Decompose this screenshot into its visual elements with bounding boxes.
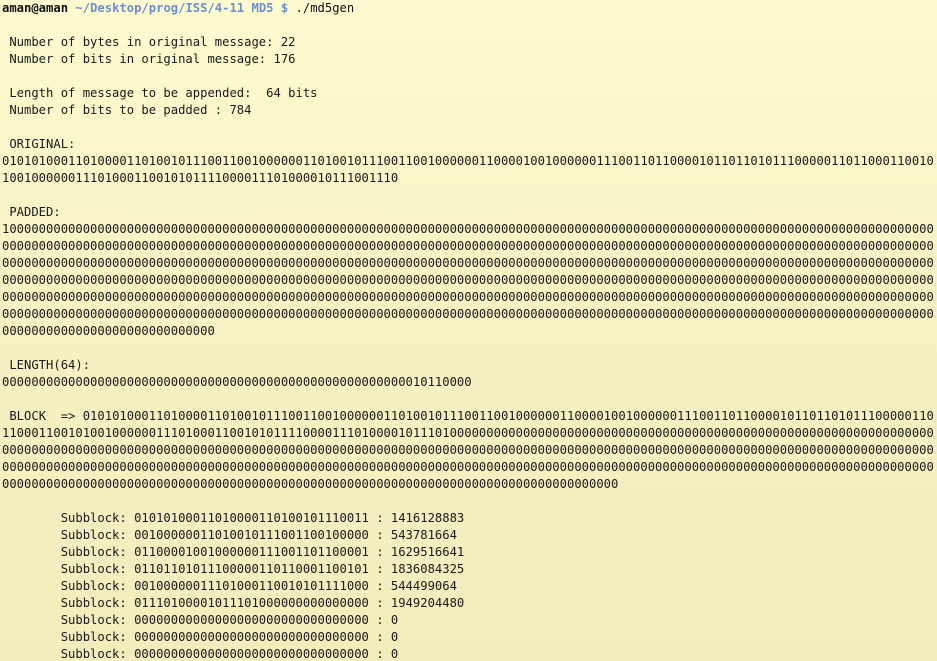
prompt-user-host: aman@aman bbox=[2, 1, 69, 15]
terminal-window[interactable]: aman@aman ~/Desktop/prog/ISS/4-11 MD5 $ … bbox=[0, 0, 937, 661]
bits-count-line: Number of bits in original message: 176 bbox=[2, 52, 296, 66]
subblock-line: Subblock: 000000000000000000000000000000… bbox=[2, 647, 399, 661]
original-bits: 0101010001101000011010010111001100100000… bbox=[2, 154, 934, 185]
append-length-line: Length of message to be appended: 64 bit… bbox=[2, 86, 318, 100]
padded-count-line: Number of bits to be padded : 784 bbox=[2, 103, 252, 117]
subblock-line: Subblock: 000000000000000000000000000000… bbox=[2, 613, 399, 627]
block-bits: BLOCK => 0101010001101000011010010111001… bbox=[2, 409, 934, 491]
bytes-count-line: Number of bytes in original message: 22 bbox=[2, 35, 296, 49]
subblock-line: Subblock: 010101000110100001101001011100… bbox=[2, 511, 465, 525]
length-label: LENGTH(64): bbox=[2, 358, 91, 372]
subblock-line: Subblock: 000000000000000000000000000000… bbox=[2, 630, 399, 644]
subblock-line: Subblock: 011011010111000001101100011001… bbox=[2, 562, 465, 576]
original-label: ORIGINAL: bbox=[2, 137, 76, 151]
prompt-command: ./md5gen bbox=[288, 1, 355, 15]
subblock-line: Subblock: 011101000010111010000000000000… bbox=[2, 596, 465, 610]
prompt-line: aman@aman ~/Desktop/prog/ISS/4-11 MD5 $ … bbox=[2, 0, 937, 17]
length-bits: 0000000000000000000000000000000000000000… bbox=[2, 375, 472, 389]
subblock-line: Subblock: 001000000111010001100101011110… bbox=[2, 579, 457, 593]
padded-label: PADDED: bbox=[2, 205, 61, 219]
subblock-line: Subblock: 001000000110100101110011001000… bbox=[2, 528, 457, 542]
subblock-line: Subblock: 011000010010000001110011011000… bbox=[2, 545, 465, 559]
prompt-path: ~/Desktop/prog/ISS/4-11 MD5 $ bbox=[75, 1, 289, 15]
padded-bits: 1000000000000000000000000000000000000000… bbox=[2, 222, 934, 338]
